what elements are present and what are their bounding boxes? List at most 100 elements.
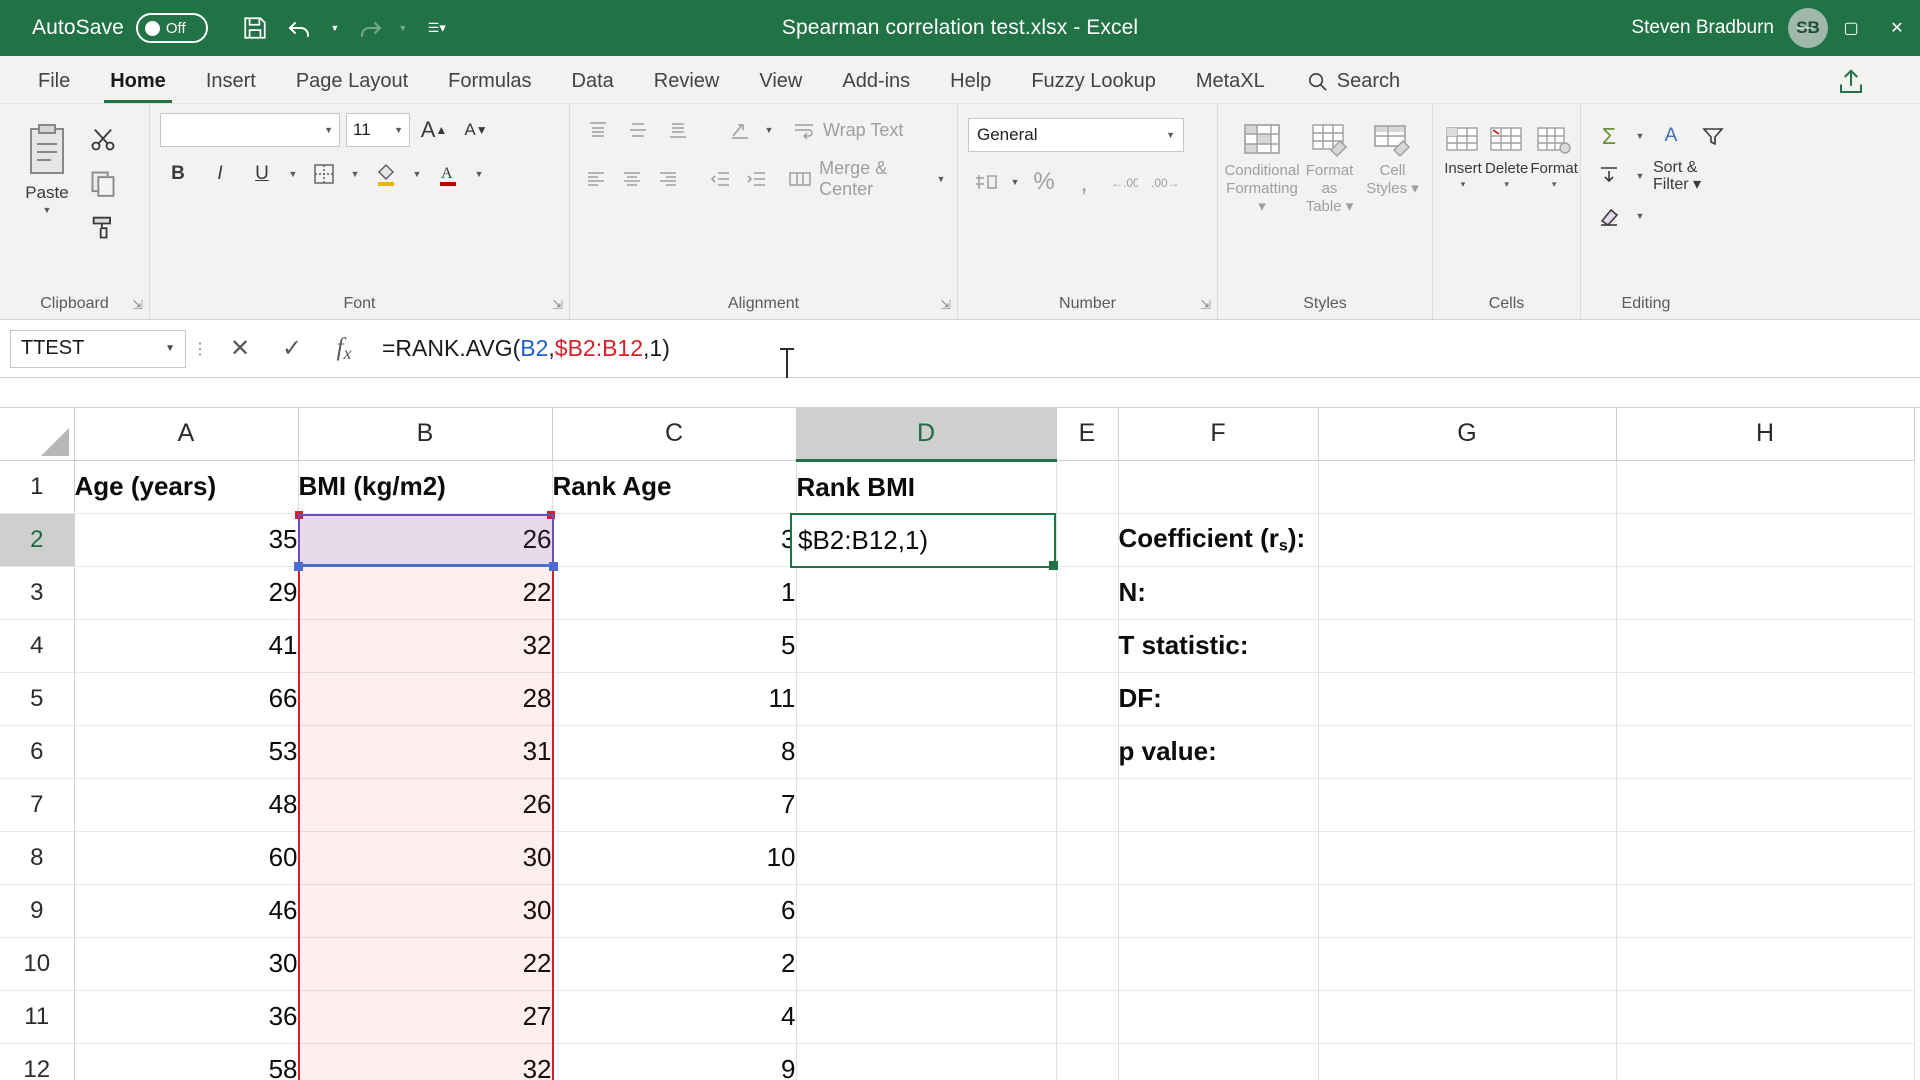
sort-filter-icon[interactable] (1695, 118, 1731, 154)
cell-e3[interactable] (1056, 566, 1119, 620)
fill-dropdown-icon[interactable]: ▼ (1633, 171, 1647, 181)
cell-e10[interactable] (1056, 937, 1119, 991)
column-header-c[interactable]: C (552, 408, 797, 461)
cell-c6[interactable]: 8 (552, 725, 797, 779)
clear-dropdown-icon[interactable]: ▼ (1633, 211, 1647, 221)
cell-b10[interactable]: 22 (298, 937, 553, 991)
insert-cells-dropdown-icon[interactable]: ▾ (1461, 179, 1466, 190)
name-box-dropdown-icon[interactable]: ▼ (165, 343, 175, 354)
row-header-8[interactable]: 8 (0, 831, 75, 885)
row-header-3[interactable]: 3 (0, 566, 75, 620)
row-header-2[interactable]: 2 (0, 513, 75, 567)
cell-h4[interactable] (1616, 619, 1915, 673)
align-right-icon[interactable] (652, 161, 684, 197)
wrap-text-button[interactable]: Wrap Text (792, 120, 903, 141)
cell-a12[interactable]: 58 (74, 1043, 299, 1080)
cell-b12[interactable]: 32 (298, 1043, 553, 1080)
format-cells-dropdown-icon[interactable]: ▾ (1552, 179, 1557, 190)
tab-page-layout[interactable]: Page Layout (276, 59, 428, 103)
cell-c4[interactable]: 5 (552, 619, 797, 673)
fill-down-icon[interactable] (1591, 158, 1627, 194)
autosave-toggle[interactable]: Off (135, 13, 208, 43)
cell-b9[interactable]: 30 (298, 884, 553, 938)
cell-h7[interactable] (1616, 778, 1915, 832)
close-icon[interactable]: ✕ (1874, 0, 1920, 56)
cell-d6[interactable] (796, 725, 1057, 779)
borders-icon[interactable] (306, 156, 342, 192)
orientation-icon[interactable] (722, 112, 758, 148)
fill-color-dropdown-icon[interactable]: ▼ (410, 169, 424, 179)
grow-font-button[interactable]: A ▲ (416, 112, 452, 148)
copy-icon[interactable] (84, 164, 122, 202)
cell-g10[interactable] (1318, 937, 1617, 991)
row-header-12[interactable]: 12 (0, 1043, 75, 1080)
cell-a3[interactable]: 29 (74, 566, 299, 620)
cell-c12[interactable]: 9 (552, 1043, 797, 1080)
cell-h11[interactable] (1616, 990, 1915, 1044)
tab-file[interactable]: File (18, 59, 90, 103)
borders-dropdown-icon[interactable]: ▼ (348, 169, 362, 179)
cell-e8[interactable] (1056, 831, 1119, 885)
cell-h3[interactable] (1616, 566, 1915, 620)
tab-data[interactable]: Data (552, 59, 634, 103)
column-header-d[interactable]: D (796, 408, 1057, 462)
italic-button[interactable]: I (202, 156, 238, 192)
cell-c10[interactable]: 2 (552, 937, 797, 991)
insert-cells-button[interactable]: Insert ▾ (1443, 118, 1483, 190)
cell-b5[interactable]: 28 (298, 672, 553, 726)
accounting-format-icon[interactable] (968, 164, 1004, 200)
active-edit-cell-d2[interactable]: $B2:B12,1) (790, 513, 1056, 568)
align-top-icon[interactable] (580, 112, 616, 148)
cell-h10[interactable] (1616, 937, 1915, 991)
cell-h5[interactable] (1616, 672, 1915, 726)
cell-g7[interactable] (1318, 778, 1617, 832)
maximize-icon[interactable]: ▢ (1828, 0, 1874, 56)
row-header-9[interactable]: 9 (0, 884, 75, 938)
column-header-b[interactable]: B (298, 408, 553, 461)
comma-style-button[interactable]: , (1066, 164, 1102, 200)
search-input[interactable]: Search (1307, 59, 1400, 103)
orientation-dropdown-icon[interactable]: ▼ (762, 125, 776, 135)
cell-b1[interactable]: BMI (kg/m2) (298, 460, 553, 514)
cell-a9[interactable]: 46 (74, 884, 299, 938)
undo-dropdown-icon[interactable]: ▼ (326, 7, 344, 49)
cell-d7[interactable] (796, 778, 1057, 832)
cell-d1[interactable]: Rank BMI (796, 460, 1057, 514)
font-name-dropdown-icon[interactable]: ▼ (324, 125, 333, 135)
cell-b6[interactable]: 31 (298, 725, 553, 779)
number-format-select[interactable]: General ▼ (968, 118, 1184, 152)
cell-f4[interactable]: T statistic: (1118, 619, 1319, 673)
cell-c8[interactable]: 10 (552, 831, 797, 885)
conditional-formatting-button[interactable]: Conditional Formatting ▾ (1224, 116, 1300, 216)
cell-d10[interactable] (796, 937, 1057, 991)
bold-button[interactable]: B (160, 156, 196, 192)
cell-f9[interactable] (1118, 884, 1319, 938)
alignment-dialog-launcher-icon[interactable]: ⇲ (940, 297, 951, 313)
cell-d12[interactable] (796, 1043, 1057, 1080)
cell-c2[interactable]: 3 (552, 513, 797, 567)
cell-g1[interactable] (1318, 460, 1617, 514)
increase-decimal-icon[interactable]: ←.00 (1106, 164, 1142, 200)
cell-h8[interactable] (1616, 831, 1915, 885)
cell-d9[interactable] (796, 884, 1057, 938)
fill-handle[interactable] (1049, 561, 1058, 570)
cell-b8[interactable]: 30 (298, 831, 553, 885)
font-name-input[interactable]: ▼ (160, 113, 340, 147)
cell-d11[interactable] (796, 990, 1057, 1044)
font-color-dropdown-icon[interactable]: ▼ (472, 169, 486, 179)
cell-g8[interactable] (1318, 831, 1617, 885)
save-icon[interactable] (234, 7, 276, 49)
cell-b7[interactable]: 26 (298, 778, 553, 832)
font-size-dropdown-icon[interactable]: ▼ (394, 125, 403, 135)
percent-style-button[interactable]: % (1026, 164, 1062, 200)
cell-a4[interactable]: 41 (74, 619, 299, 673)
tab-insert[interactable]: Insert (186, 59, 276, 103)
cell-f3[interactable]: N: (1118, 566, 1319, 620)
autosum-dropdown-icon[interactable]: ▼ (1633, 131, 1647, 141)
share-icon[interactable] (1836, 67, 1866, 97)
delete-cells-dropdown-icon[interactable]: ▾ (1504, 179, 1509, 190)
undo-icon[interactable] (280, 7, 322, 49)
number-format-dropdown-icon[interactable]: ▼ (1166, 130, 1175, 140)
cell-b3[interactable]: 22 (298, 566, 553, 620)
shrink-font-button[interactable]: A ▼ (458, 112, 494, 148)
